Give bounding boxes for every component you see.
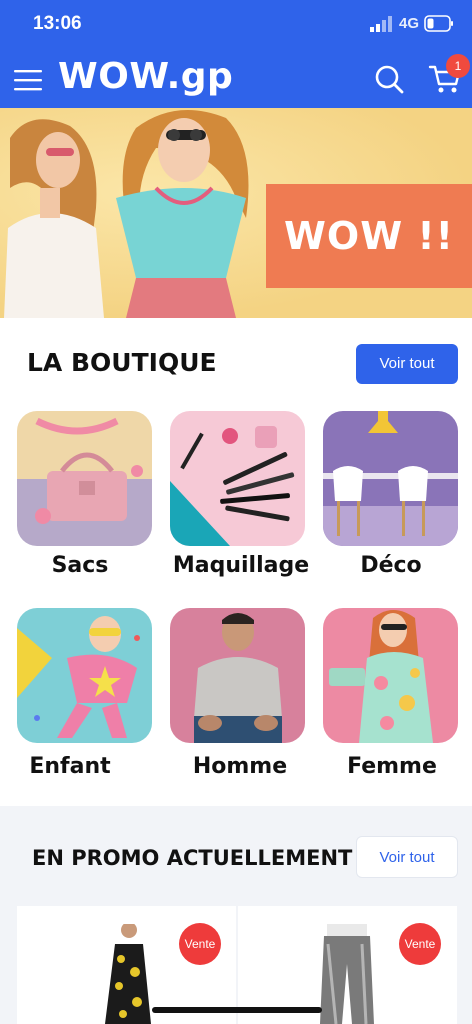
category-tile-sacs[interactable]: [17, 411, 152, 546]
cart-count-badge: 1: [446, 54, 470, 78]
category-tile-homme[interactable]: [170, 608, 305, 743]
promo-section-title: EN PROMO ACTUELLEMENT: [32, 846, 353, 870]
category-homme-image: [170, 608, 305, 743]
category-enfant-image: [17, 608, 152, 743]
category-tile-deco[interactable]: [323, 411, 458, 546]
category-tile-enfant[interactable]: [17, 608, 152, 743]
battery-icon: [424, 15, 453, 32]
home-indicator[interactable]: [152, 1007, 322, 1013]
category-label-sacs: Sacs: [51, 553, 109, 578]
status-time: 13:06: [33, 13, 82, 34]
category-deco-image: [323, 411, 458, 546]
hero-banner[interactable]: WOW !!: [0, 108, 472, 318]
search-icon[interactable]: [374, 64, 404, 94]
sale-badge: Vente: [179, 923, 221, 965]
shop-view-all-button[interactable]: Voir tout: [356, 344, 458, 384]
category-label-enfant: Enfant: [29, 754, 111, 779]
hero-model-left-image: [4, 119, 104, 318]
hero-badge-text: WOW !!: [283, 214, 455, 258]
hero-badge: WOW !!: [266, 184, 472, 288]
menu-icon[interactable]: [14, 69, 42, 91]
category-sacs-image: [17, 411, 152, 546]
category-label-deco: Déco: [360, 553, 422, 578]
category-tile-maquillage[interactable]: [170, 411, 305, 546]
category-tile-femme[interactable]: [323, 608, 458, 743]
promo-view-all-button[interactable]: Voir tout: [356, 836, 458, 878]
signal-icon: [370, 16, 392, 32]
sale-badge: Vente: [399, 923, 441, 965]
app-screen: 13:06 4G WOW.gp 1 WOW !! LA BOUTIQUE Voi…: [0, 0, 472, 1024]
category-femme-image: [323, 608, 458, 743]
product-dress-image: [105, 924, 151, 1024]
category-label-femme: Femme: [347, 754, 437, 779]
product-trousers-image: [320, 924, 374, 1024]
category-maquillage-image: [170, 411, 305, 546]
network-label: 4G: [399, 15, 420, 32]
category-label-homme: Homme: [192, 754, 288, 779]
shop-section-title: LA BOUTIQUE: [27, 348, 217, 377]
hero-model-right-image: [116, 110, 249, 318]
category-label-maquillage: Maquillage: [172, 553, 310, 578]
brand-logo[interactable]: WOW.gp: [58, 56, 233, 97]
status-bar: 13:06 4G: [0, 0, 472, 50]
app-header: WOW.gp 1: [0, 50, 472, 108]
